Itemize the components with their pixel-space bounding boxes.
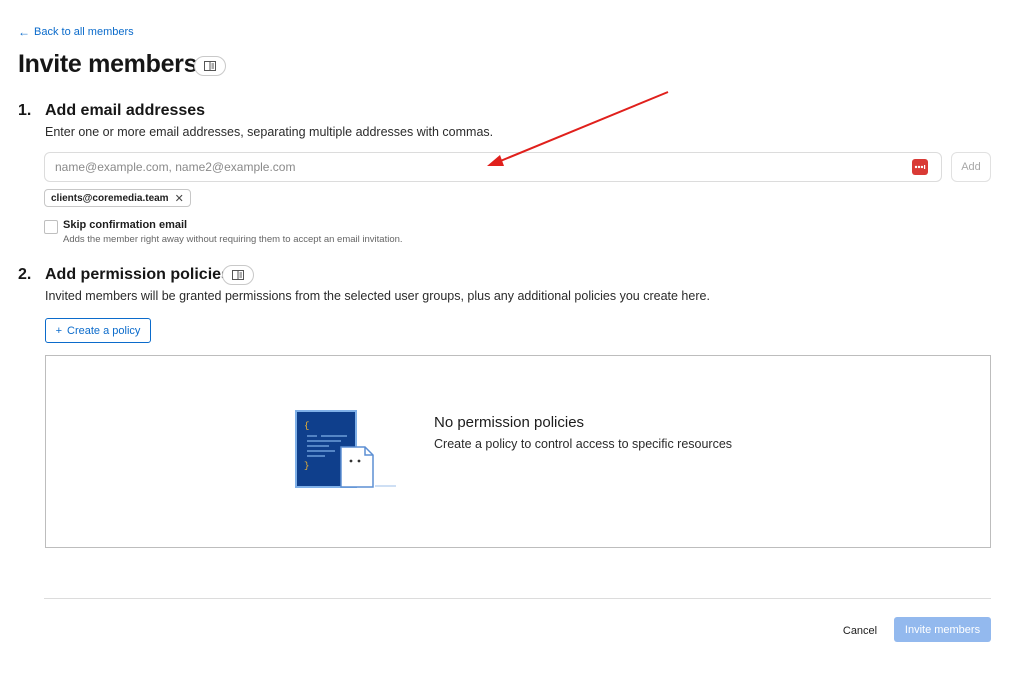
- policies-empty-panel: [45, 355, 991, 548]
- email-input[interactable]: [45, 153, 885, 181]
- email-input-wrapper: [44, 152, 942, 182]
- svg-text:{: {: [304, 421, 309, 431]
- empty-state-description: Create a policy to control access to spe…: [434, 437, 733, 451]
- add-email-button[interactable]: Add: [951, 152, 991, 182]
- back-link-label: Back to all members: [34, 26, 134, 38]
- invite-members-button[interactable]: Invite members: [894, 617, 991, 642]
- step-1-description: Enter one or more email addresses, separ…: [45, 125, 494, 139]
- create-policy-label: Create a policy: [67, 324, 141, 337]
- footer-divider: [44, 598, 991, 599]
- docs-panel-button[interactable]: [194, 56, 226, 76]
- create-policy-button[interactable]: + Create a policy: [45, 318, 151, 343]
- page-title: Invite members: [18, 50, 198, 78]
- step-1-number: 1.: [18, 102, 32, 119]
- plus-icon: +: [55, 324, 63, 337]
- step-2-number: 2.: [18, 266, 32, 283]
- policies-docs-button[interactable]: [222, 265, 254, 285]
- email-chip-label: clients@coremedia.team: [51, 192, 169, 204]
- arrow-left-icon: ←: [18, 25, 30, 39]
- empty-state-title: No permission policies: [434, 414, 585, 431]
- step-2-heading: Add permission policies: [45, 266, 230, 283]
- skip-confirmation-label: Skip confirmation email: [63, 219, 188, 231]
- close-icon[interactable]: ✕: [175, 192, 184, 205]
- email-chip: clients@coremedia.team ✕: [44, 189, 191, 207]
- cancel-button[interactable]: Cancel: [834, 620, 886, 642]
- password-manager-icon[interactable]: [912, 159, 928, 175]
- step-2-description: Invited members will be granted permissi…: [45, 289, 710, 303]
- skip-confirmation-help: Adds the member right away without requi…: [63, 234, 403, 245]
- step-1-heading: Add email addresses: [45, 102, 206, 119]
- svg-text:}: }: [304, 461, 309, 471]
- back-to-members-link[interactable]: ← Back to all members: [18, 26, 134, 38]
- sidebar-panel-icon: [204, 61, 216, 71]
- password-dots-icon: [914, 165, 926, 169]
- code-document-illustration: { }: [295, 410, 396, 488]
- sidebar-panel-icon: [232, 270, 244, 280]
- skip-confirmation-checkbox[interactable]: [44, 220, 58, 234]
